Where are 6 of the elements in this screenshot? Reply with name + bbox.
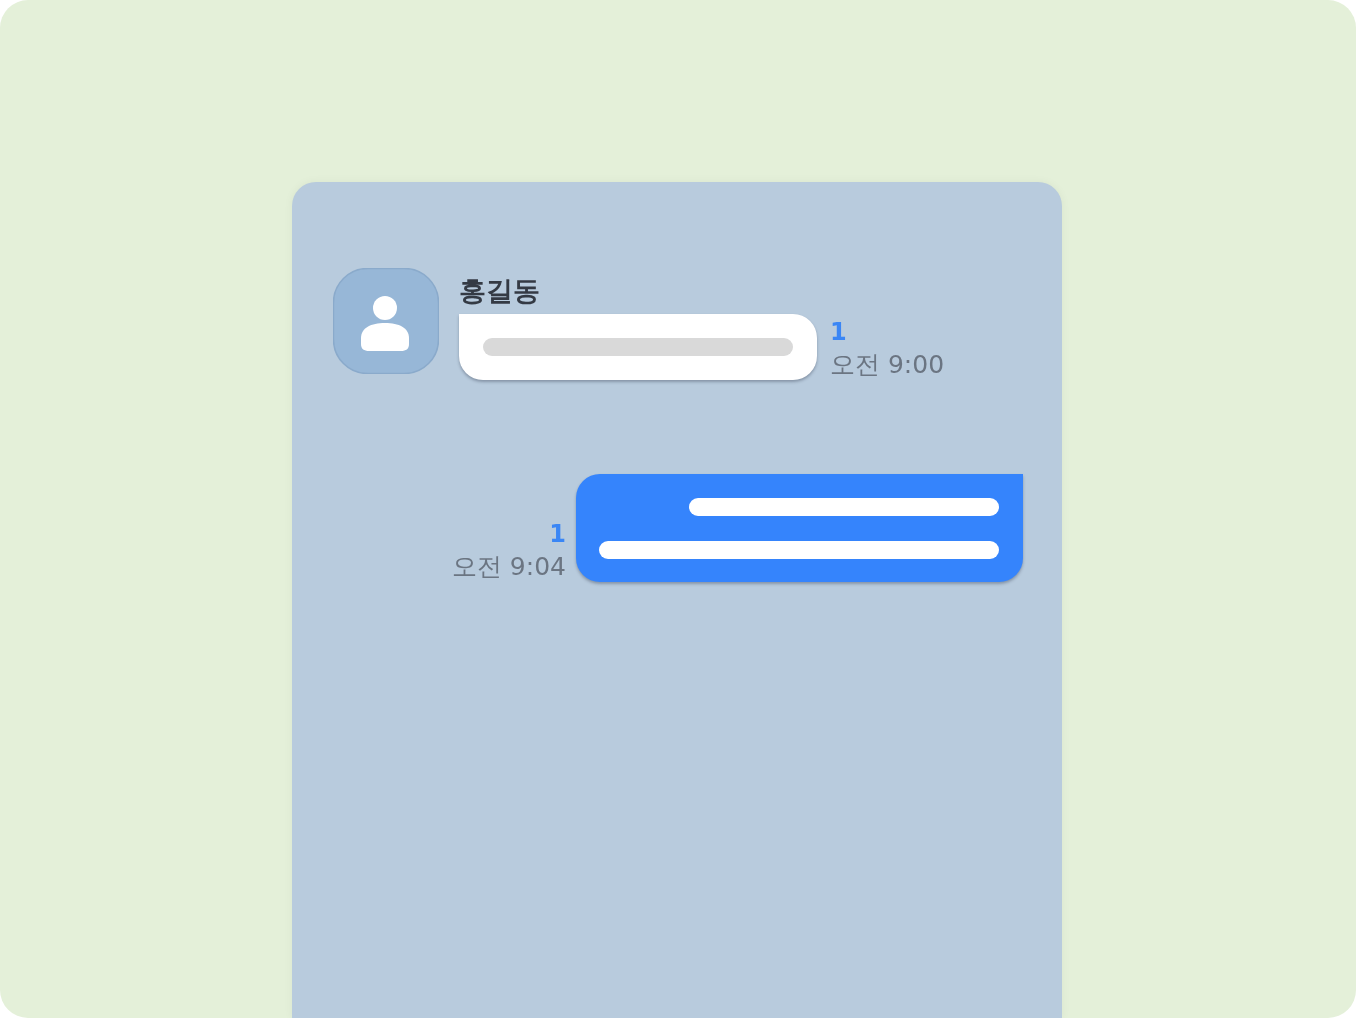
message-time: 오전 9:04 [451,553,566,581]
person-avatar-icon [333,268,439,374]
unread-count: 1 [830,319,847,345]
unread-count: 1 [549,521,566,547]
message-time: 오전 9:00 [830,351,945,379]
sender-name: 홍길동 [459,274,540,308]
